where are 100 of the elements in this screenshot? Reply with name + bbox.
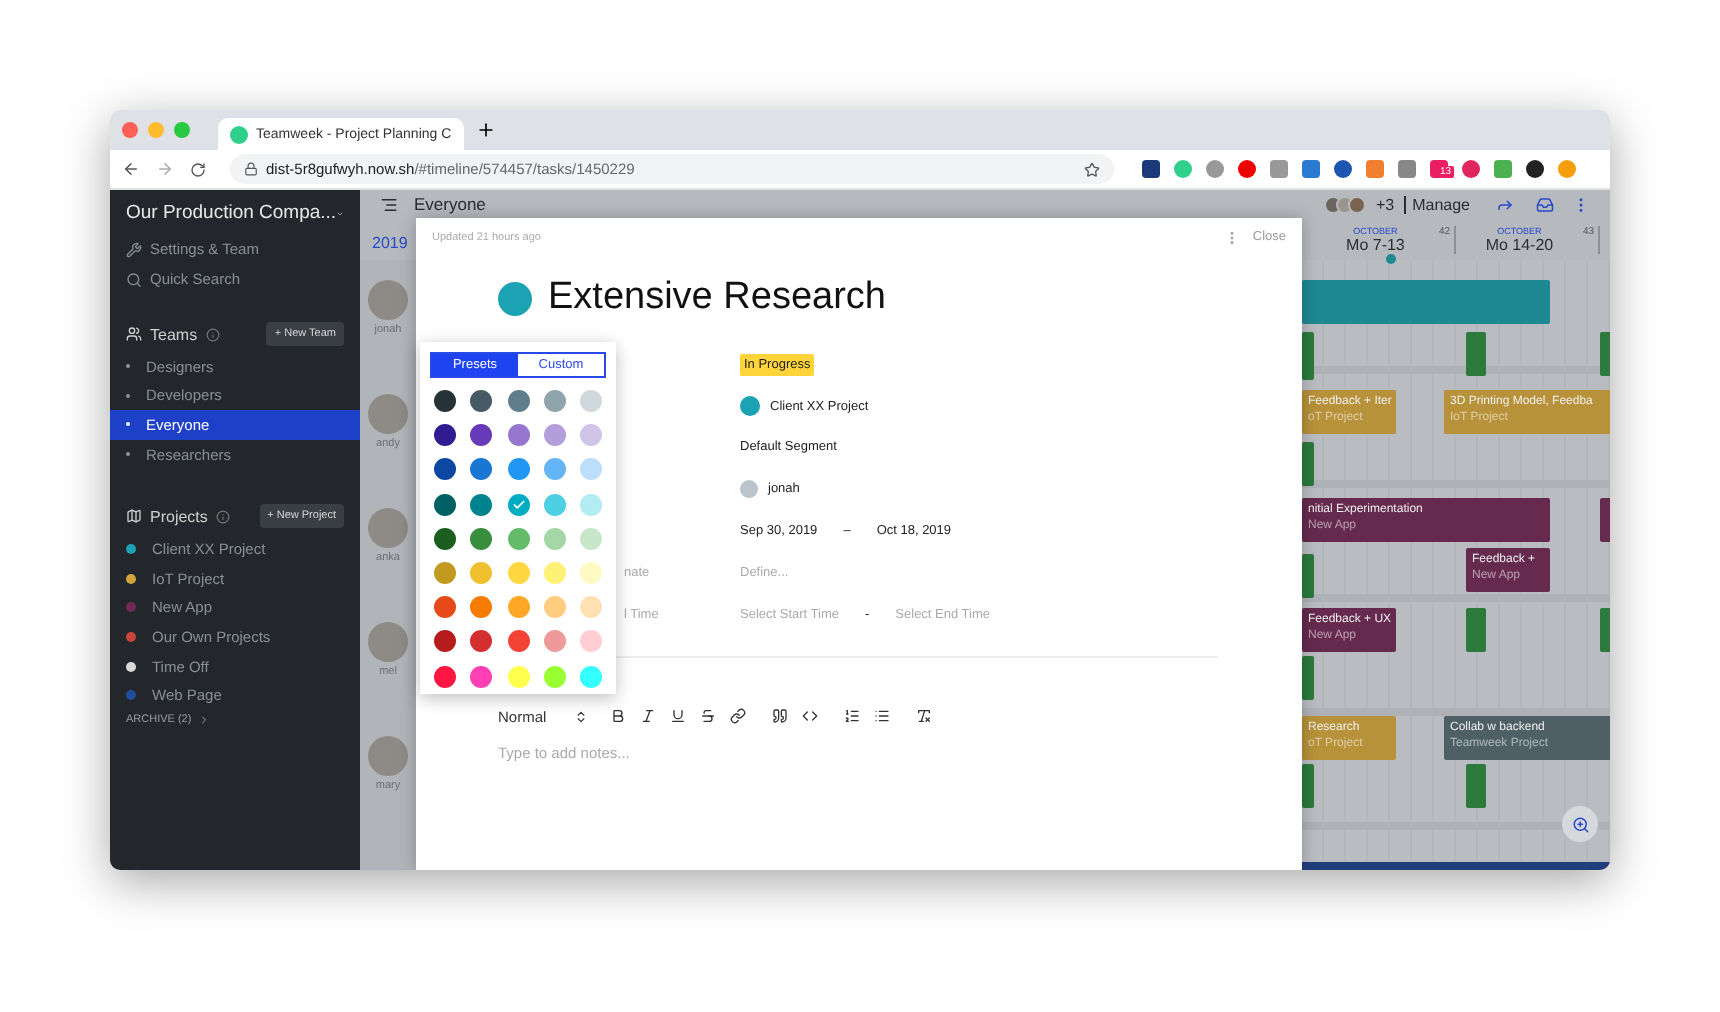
clear-format-icon[interactable] xyxy=(916,708,933,725)
color-swatch[interactable] xyxy=(507,630,529,653)
forward-icon[interactable] xyxy=(156,160,174,178)
italic-icon[interactable] xyxy=(640,708,657,725)
underline-icon[interactable] xyxy=(670,708,687,725)
task-marker[interactable] xyxy=(1466,332,1486,376)
color-swatch[interactable] xyxy=(580,458,602,481)
avatar[interactable] xyxy=(368,280,408,320)
color-swatch[interactable] xyxy=(580,493,602,516)
chevron-icon xyxy=(197,713,210,726)
zoom-button[interactable] xyxy=(1562,806,1598,842)
color-swatch[interactable] xyxy=(470,630,493,653)
task-title[interactable]: Extensive Research xyxy=(548,276,886,320)
color-swatch[interactable] xyxy=(543,665,566,687)
color-swatch[interactable] xyxy=(470,527,493,550)
color-swatch[interactable] xyxy=(470,493,493,516)
reload-icon[interactable] xyxy=(190,161,206,177)
color-swatch[interactable] xyxy=(580,665,602,687)
color-swatch[interactable] xyxy=(434,390,456,412)
color-swatch[interactable] xyxy=(543,596,566,619)
color-swatch[interactable] xyxy=(580,424,602,447)
manage-link[interactable]: Manage xyxy=(1404,195,1470,213)
team-title: Everyone xyxy=(414,194,486,214)
bold-icon[interactable] xyxy=(610,708,627,725)
color-swatch[interactable] xyxy=(434,630,456,653)
task-marker[interactable] xyxy=(1466,608,1486,652)
color-swatch[interactable] xyxy=(507,424,529,447)
up-down-icon xyxy=(574,709,589,724)
week-range: Mo 14-20 xyxy=(1485,236,1554,254)
bullet-list-icon[interactable] xyxy=(874,708,891,725)
filter-icon[interactable] xyxy=(380,195,398,213)
avatar[interactable] xyxy=(368,622,408,662)
users-icon xyxy=(126,326,142,342)
avatar[interactable] xyxy=(368,736,408,776)
color-swatch[interactable] xyxy=(434,493,456,516)
color-swatch[interactable] xyxy=(507,493,529,516)
member-avatars[interactable] xyxy=(1323,195,1366,213)
color-swatch[interactable] xyxy=(543,561,566,584)
color-swatch[interactable] xyxy=(434,596,456,619)
color-swatch[interactable] xyxy=(434,665,456,687)
color-swatch[interactable] xyxy=(507,561,529,584)
map-icon xyxy=(126,508,142,525)
week-range: Mo 7-13 xyxy=(1346,236,1405,254)
task-marker[interactable] xyxy=(1302,332,1314,380)
task-marker[interactable] xyxy=(1466,764,1486,808)
ordered-list-icon[interactable] xyxy=(844,708,861,725)
task-marker[interactable] xyxy=(1302,554,1314,598)
color-swatch[interactable] xyxy=(580,527,602,550)
color-swatch[interactable] xyxy=(470,665,493,687)
color-swatch[interactable] xyxy=(470,458,493,481)
link-icon[interactable] xyxy=(730,708,747,725)
color-swatch[interactable] xyxy=(434,561,456,584)
color-swatch[interactable] xyxy=(507,458,529,481)
color-swatch[interactable] xyxy=(543,390,566,412)
color-swatch[interactable] xyxy=(507,665,529,687)
task-marker[interactable] xyxy=(1302,764,1314,808)
color-swatch[interactable] xyxy=(580,596,602,619)
share-icon[interactable] xyxy=(1496,195,1514,213)
color-swatch[interactable] xyxy=(470,596,493,619)
wrench-icon xyxy=(126,241,142,257)
color-swatch[interactable] xyxy=(470,424,493,447)
color-swatch[interactable] xyxy=(543,527,566,550)
inbox-icon[interactable] xyxy=(1536,195,1554,213)
color-swatch[interactable] xyxy=(470,561,493,584)
task-color-dot[interactable] xyxy=(498,281,532,315)
color-swatch[interactable] xyxy=(434,424,456,447)
avatar xyxy=(740,480,758,499)
task-marker[interactable] xyxy=(1302,442,1314,486)
back-icon[interactable] xyxy=(122,160,140,178)
color-swatch[interactable] xyxy=(543,630,566,653)
color-swatch[interactable] xyxy=(434,458,456,481)
avatar[interactable] xyxy=(368,508,408,548)
code-icon[interactable] xyxy=(802,708,819,725)
color-swatch[interactable] xyxy=(470,390,493,412)
search-icon xyxy=(126,271,142,287)
color-swatch[interactable] xyxy=(434,527,456,550)
section-title: Teams xyxy=(150,325,198,343)
company-name[interactable]: Our Production Compa... xyxy=(126,202,337,224)
color-swatch[interactable] xyxy=(507,390,529,412)
avatar[interactable] xyxy=(368,394,408,434)
star-icon[interactable] xyxy=(1084,161,1100,177)
task-marker[interactable] xyxy=(1302,656,1314,700)
info-icon[interactable] xyxy=(215,509,230,524)
color-swatch[interactable] xyxy=(580,390,602,412)
today-marker xyxy=(1386,254,1396,264)
new-tab-icon[interactable] xyxy=(476,120,496,140)
section-title: Projects xyxy=(150,507,208,526)
color-swatch[interactable] xyxy=(580,630,602,653)
color-swatch[interactable] xyxy=(507,596,529,619)
color-swatch[interactable] xyxy=(580,561,602,584)
info-icon[interactable] xyxy=(205,327,220,341)
strikethrough-icon[interactable] xyxy=(700,708,717,725)
quote-icon[interactable] xyxy=(772,708,789,725)
color-swatch[interactable] xyxy=(543,458,566,481)
color-swatch[interactable] xyxy=(543,493,566,516)
member-count: +3 xyxy=(1375,195,1395,213)
maximize-window-icon[interactable] xyxy=(174,122,190,138)
close-window-icon[interactable] xyxy=(122,122,138,138)
color-swatch[interactable] xyxy=(507,527,529,550)
color-swatch[interactable] xyxy=(543,424,566,447)
